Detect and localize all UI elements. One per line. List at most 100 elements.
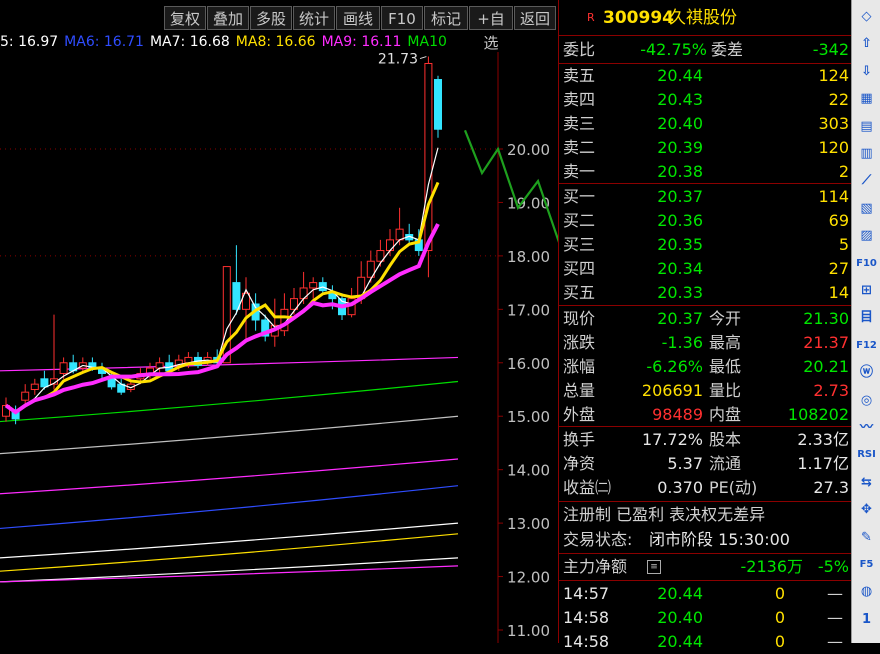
flow-value: -2136万 [740,557,804,576]
move-icon[interactable]: ✥ [856,499,877,520]
level-label: 买五 [563,283,596,302]
toolbar-button-back[interactable]: 返回 [514,6,556,30]
finance-row: 收益㈡ 0.370 PE(动) 27.3 [559,476,851,500]
toolbar-button-multi-stock[interactable]: 多股 [250,6,292,30]
level-volume: 27 [828,259,849,278]
watch-icon[interactable]: ⓦ [856,362,877,383]
tick-volume: 0 [774,608,785,627]
f5-icon[interactable]: F5 [856,554,877,575]
tick-time: 14:57 [563,584,610,603]
bid-level-row: 买三 20.35 5 [559,233,851,257]
quote-value: -1.36 [661,333,703,352]
price-tick-label: 15.00 [507,408,550,426]
swap-icon[interactable]: ⇆ [856,472,877,493]
toolbar-button-overlay[interactable]: 叠加 [207,6,249,30]
finance-value: 27.3 [813,478,849,497]
candle-body [232,282,241,310]
toolbar-button-restore-rights[interactable]: 复权 [164,6,206,30]
price-tick-label: 14.00 [507,462,550,480]
quote-value: 21.30 [803,309,849,328]
page-icon[interactable]: 1 [856,609,877,630]
diamond-icon[interactable]: ◇ [856,6,877,27]
ma-line [5,147,439,413]
ma-fan-line [0,415,459,455]
toolbar-button-draw-line[interactable]: 画线 [336,6,380,30]
trading-status: 交易状态: 闭市阶段 15:30:00 [559,528,851,552]
quote-value: -6.26% [646,357,703,376]
bars-icon[interactable]: ▧ [856,198,877,219]
finance-value: 17.72% [641,430,703,449]
quote-label: 涨跌 [563,333,596,352]
list-icon[interactable]: ≡ [647,560,661,574]
down-arrow-icon[interactable]: ⇩ [856,61,877,82]
finance-row: 净资 5.37 流通 1.17亿 [559,452,851,476]
quote-label: 量比 [709,381,742,400]
candle-body [424,62,433,252]
table-icon[interactable]: ▥ [856,143,877,164]
tick-row: 14:58 20.40 0 — [559,606,851,630]
toolbar-button-mark[interactable]: 标记 [424,6,468,30]
toolbar-button-add-favorite[interactable]: +自选 [469,6,513,52]
candle-body [40,378,49,388]
tick-time: 14:58 [563,632,610,651]
diff-value: -342 [812,40,849,59]
tick-volume: 0 [774,584,785,603]
ask-level-row: 卖四 20.43 22 [559,88,851,112]
up-arrow-icon[interactable]: ⇧ [856,33,877,54]
quote-value: 206691 [641,381,703,400]
circle-icon[interactable]: ◎ [856,390,877,411]
candlestick-chart[interactable]: 20.0019.0018.0017.0016.0015.0014.0013.00… [0,52,558,643]
price-tick-label: 20.00 [507,141,550,159]
tick-price: 20.44 [657,584,703,603]
finance-label: 股本 [709,430,742,449]
ma-fan-line [0,533,459,572]
quote-label: 最低 [709,357,742,376]
ma-fan-line [0,557,459,583]
candle-body [107,378,116,388]
ma-legend-item: MA9: 16.11 [321,34,402,50]
list-icon[interactable]: ▤ [856,116,877,137]
f10-icon[interactable]: F10 [856,253,877,274]
finance-row: 换手 17.72% 股本 2.33亿 [559,428,851,452]
f12-icon[interactable]: F12 [856,335,877,356]
tick-direction: — [827,632,843,651]
rsi-icon[interactable]: RSI [856,444,877,465]
grid-icon[interactable]: ▦ [856,88,877,109]
candle-body [309,282,318,289]
window-icon[interactable]: ⊞ [856,280,877,301]
wave-icon[interactable]: 〰 [856,417,877,438]
ask-level-row: 卖五 20.44 124 [559,64,851,88]
quote-row: 现价 20.37 今开 21.30 [559,307,851,331]
status-label: 交易状态: [563,530,633,549]
level-price: 20.39 [657,138,703,157]
candle-body [395,228,404,241]
level-price: 20.37 [657,187,703,206]
main-flow-row: 主力净额 ≡ -2136万 -5% [559,555,851,579]
level-label: 卖一 [563,162,596,181]
trend-icon[interactable]: ⟋ [856,170,877,191]
level-volume: 124 [818,66,849,85]
tick-row: 14:58 20.44 0 — [559,630,851,654]
quote-row: 涨跌 -1.36 最高 21.37 [559,331,851,355]
level-label: 卖二 [563,138,596,157]
ratio-label: 委比 [563,40,596,59]
pencil-icon[interactable]: ✎ [856,527,877,548]
level-volume: 114 [818,187,849,206]
quote-label: 现价 [563,309,596,328]
price-tick-label: 13.00 [507,515,550,533]
calendar-icon[interactable]: 目 [856,307,877,328]
candle-body [434,79,442,130]
level-volume: 120 [818,138,849,157]
toolbar-button-f10[interactable]: F10 [381,6,423,30]
toolbar-button-statistics[interactable]: 统计 [293,6,335,30]
refresh-icon[interactable]: ◍ [856,581,877,602]
quote-label: 总量 [563,381,596,400]
level-label: 买二 [563,211,596,230]
cells-icon[interactable]: ▨ [856,225,877,246]
quote-row: 总量 206691 量比 2.73 [559,379,851,403]
ma-line [4,223,440,415]
quote-label: 外盘 [563,405,596,424]
level-price: 20.40 [657,114,703,133]
level-volume: 303 [818,114,849,133]
level-label: 买一 [563,187,596,206]
